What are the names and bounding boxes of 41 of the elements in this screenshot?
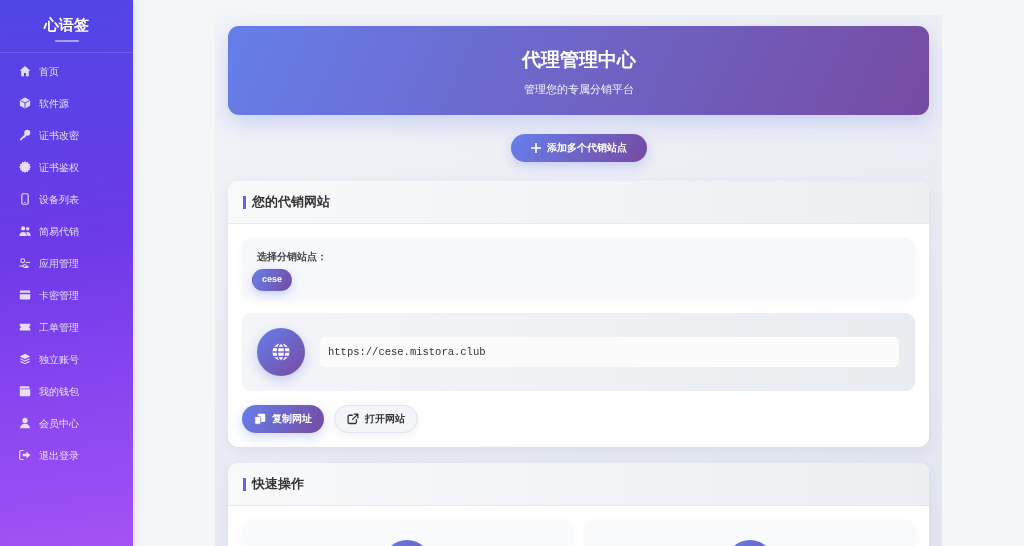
logout-icon: [19, 449, 31, 461]
sidebar-item[interactable]: 应用管理: [0, 247, 133, 279]
brand-title: 心语签: [44, 15, 89, 35]
sidebar-item[interactable]: 我的钱包: [0, 375, 133, 407]
plus-icon: [530, 143, 541, 153]
external-link-icon: [347, 413, 359, 425]
selector-label: 选择分销站点：: [257, 250, 328, 264]
ticket-icon: [19, 321, 31, 333]
sidebar-item[interactable]: 首页: [0, 55, 133, 87]
sidebar-item[interactable]: 证书鉴权: [0, 151, 133, 183]
wallet-icon: [19, 385, 31, 397]
sidebar-item[interactable]: 设备列表: [0, 183, 133, 215]
hand-icon: [19, 257, 31, 269]
sidebar-item[interactable]: 独立账号: [0, 343, 133, 375]
home-icon: [19, 65, 31, 77]
site-chip[interactable]: cese: [252, 269, 293, 291]
sidebar-item[interactable]: 软件源: [0, 87, 133, 119]
sidebar-item[interactable]: 会员中心: [0, 407, 133, 439]
sidebar-item[interactable]: 证书改密: [0, 119, 133, 151]
layers-icon: [19, 353, 31, 365]
page-title: 代理管理中心: [520, 48, 637, 72]
sidebar-item[interactable]: 简易代销: [0, 215, 133, 247]
phone-icon: [19, 193, 31, 205]
cube-icon: [19, 97, 31, 109]
open-site-button[interactable]: 打开网站: [334, 405, 418, 433]
card-title: 快速操作: [243, 477, 304, 491]
copy-icon: [254, 413, 266, 425]
card-title: 您的代销网站: [243, 195, 330, 209]
copy-url-button[interactable]: 复制网址: [242, 405, 324, 433]
url-field[interactable]: https://cese.mistora.club: [320, 337, 899, 367]
add-sites-button[interactable]: 添加多个代销站点: [510, 134, 647, 162]
sidebar-item[interactable]: 卡密管理: [0, 279, 133, 311]
sidebar-item[interactable]: 工单管理: [0, 311, 133, 343]
sidebar-item[interactable]: 退出登录: [0, 439, 133, 471]
key-icon: [19, 129, 31, 141]
page-subtitle: 管理您的专属分销平台: [522, 82, 635, 97]
user-icon: [19, 417, 31, 429]
globe-icon: [257, 328, 305, 376]
seal-icon: [19, 161, 31, 173]
users-icon: [19, 225, 31, 237]
credit-card-icon: [19, 289, 31, 301]
